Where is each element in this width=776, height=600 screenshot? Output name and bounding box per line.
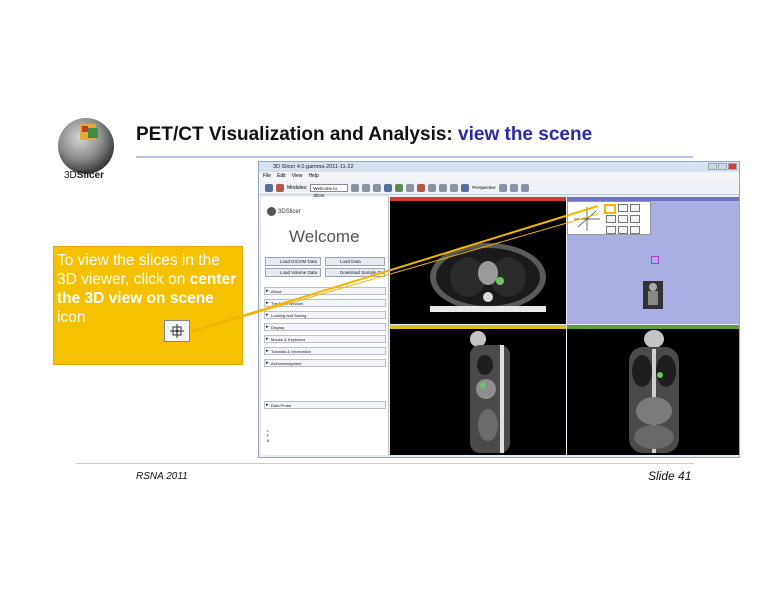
window-title: 3D Slicer 4.0.gamma-2011-11-22 [259,162,739,172]
module-select[interactable]: Welcome to Slicer [310,183,349,198]
sagittal-ct-image [470,331,510,453]
center-view-button-highlight[interactable] [604,204,616,214]
modules-label: Modules: [287,184,308,191]
layout-icon[interactable] [450,183,459,192]
sagittal-slice-view[interactable] [390,325,566,455]
slicer-logo-icon [267,207,276,216]
dicom-icon[interactable] [265,183,273,192]
models-icon[interactable] [417,183,426,192]
section-about[interactable]: About [264,287,386,295]
slicer-window: 3D Slicer 4.0.gamma-2011-11-22 File Edit… [258,161,740,458]
module-history-icon[interactable] [351,183,360,192]
stereo-icon[interactable] [618,226,628,234]
section-display[interactable]: Display [264,323,386,331]
coronal-ct-image [629,330,679,453]
section-mouse-keyboard[interactable]: Mouse & Keyboard [264,335,386,343]
menu-help[interactable]: Help [308,172,318,181]
title-divider [136,156,693,158]
coronal-slice-view[interactable] [567,325,739,455]
load-data-button[interactable]: Load Data [325,257,385,266]
mouse-mode-icon[interactable] [509,183,518,192]
menu-file[interactable]: File [263,172,271,181]
load-dicom-button[interactable]: Load DICOM Data [265,257,321,266]
axial-slice-view[interactable] [390,197,566,324]
home-icon[interactable] [384,183,393,192]
footer-divider [76,463,694,464]
3d-bounding-marker [651,256,659,264]
data-icon[interactable] [276,183,284,192]
probe-values: L F B [267,429,270,443]
callout-text: To view the slices in the 3D viewer, cli… [57,252,237,326]
slide-number: Slide 41 [648,469,692,483]
transforms-icon[interactable] [428,183,437,192]
3d-view-controls-panel [567,201,651,235]
3d-view[interactable] [567,197,739,324]
pin-icon[interactable] [618,204,628,212]
orientation-axes-icon [574,207,600,231]
logo-text: 3DSlicer [64,170,105,181]
close-button[interactable] [728,163,737,170]
screenshot-icon[interactable] [498,183,507,192]
slide: 3DSlicer PET/CT Visualization and Analys… [0,0,776,600]
footer-conference: RSNA 2011 [136,471,188,482]
section-data-probe[interactable]: Data Probe [264,401,386,409]
minimize-button[interactable] [708,163,717,170]
data-module-icon[interactable] [395,183,404,192]
window-controls [708,163,737,170]
forward-icon[interactable] [373,183,382,192]
rock-icon[interactable] [630,215,640,223]
maximize-button[interactable] [718,163,727,170]
panel-logo: 3DSlicer [267,207,301,216]
menu-bar: File Edit View Help [259,172,739,181]
download-sample-button[interactable]: Download Sample Data [325,268,385,277]
welcome-heading: Welcome [289,227,360,246]
slide-title: PET/CT Visualization and Analysis: view … [136,124,592,146]
center-3d-view-icon[interactable] [164,320,190,342]
back-icon[interactable] [362,183,371,192]
screenshot-3d-icon[interactable] [630,226,640,234]
axial-ct-image [430,243,546,312]
toolbar: Modules: Welcome to Slicer Perspective [259,181,739,198]
title-highlight: view the scene [458,124,593,145]
zoom-icon[interactable] [618,215,628,223]
menu-edit[interactable]: Edit [277,172,286,181]
load-volume-button[interactable]: Load Volume Data [265,268,321,277]
perspective-label: Perspective [472,185,496,190]
view-menu-icon[interactable] [630,204,640,212]
editor-icon[interactable] [439,183,448,192]
title-main: PET/CT Visualization and Analysis: [136,124,453,145]
menu-view[interactable]: View [292,172,303,181]
instruction-callout: To view the slices in the 3D viewer, cli… [53,246,243,365]
volumes-icon[interactable] [406,183,415,192]
section-loading-saving[interactable]: Loading and Saving [264,311,386,319]
orientation-icon[interactable] [606,215,616,223]
section-acknowledgment[interactable]: Acknowledgment [264,359,386,367]
spin-icon[interactable] [606,226,616,234]
view-icon[interactable] [461,183,470,192]
section-tutorials[interactable]: Tutorials & Information [264,347,386,355]
section-main-window[interactable]: The Main Window [264,299,386,307]
fiducial-icon[interactable] [520,183,529,192]
3d-volume-thumbnail [643,281,663,309]
module-panel: 3DSlicer Welcome Load DICOM Data Load Da… [261,197,389,455]
